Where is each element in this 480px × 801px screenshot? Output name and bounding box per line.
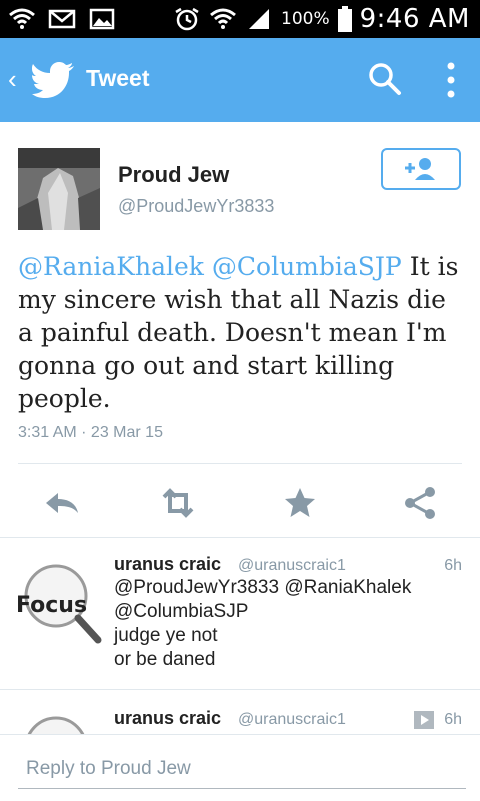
share-icon[interactable] <box>400 485 440 521</box>
wifi-question-icon <box>9 8 35 29</box>
battery-icon <box>337 6 352 32</box>
signal-icon <box>249 9 270 29</box>
avatar-text: Focus <box>16 593 87 618</box>
avatar[interactable] <box>18 148 100 230</box>
reply-line: judge ye not <box>114 625 218 646</box>
reply-bar <box>0 734 480 801</box>
author-name[interactable]: Proud Jew <box>118 162 229 188</box>
list-item[interactable]: uranus craic @uranuscraic1 6h <box>0 690 480 734</box>
reply-line: or be daned <box>114 649 216 670</box>
reply-time: 6h <box>444 557 462 574</box>
reply-author-handle[interactable]: @uranuscraic1 <box>238 557 346 575</box>
reply-author-name-text: uranus craic <box>114 554 222 574</box>
reply-icon[interactable] <box>42 485 82 521</box>
avatar[interactable]: Focus <box>16 558 102 644</box>
tweet-actions <box>0 479 480 529</box>
follow-button[interactable] <box>381 148 461 190</box>
reply-line: @ProudJewYr3833 @RaniaKhalek <box>114 577 412 598</box>
reply-input[interactable] <box>18 749 466 789</box>
app-bar: ‹ Tweet <box>0 38 480 122</box>
twitter-bird-icon[interactable] <box>32 62 76 98</box>
retweet-icon[interactable] <box>158 485 198 521</box>
clock: 9:46 AM <box>359 4 470 34</box>
mention-link[interactable]: @RaniaKhalek <box>18 252 204 281</box>
reply-author-name[interactable]: uranus craic <box>114 708 221 729</box>
reply-text: @ProudJewYr3833 @RaniaKhalek @ColumbiaSJ… <box>114 576 454 672</box>
mention-link[interactable]: @ColumbiaSJP <box>212 252 402 281</box>
reply-author-name-text: uranus craic <box>114 708 222 728</box>
page-title: Tweet <box>86 65 150 91</box>
divider <box>18 463 462 464</box>
reply-author-name[interactable]: uranus craic <box>114 554 221 575</box>
video-icon <box>414 711 434 729</box>
add-user-icon <box>405 158 435 180</box>
wifi-icon <box>210 8 236 29</box>
mail-icon <box>48 9 76 29</box>
tweet-timestamp: 3:31 AM · 23 Mar 15 <box>18 424 163 441</box>
status-bar: 100% 9:46 AM <box>0 0 480 38</box>
image-icon <box>89 8 115 30</box>
tweet-text: @RaniaKhalek @ColumbiaSJP It is my since… <box>18 250 466 415</box>
battery-percent: 100% <box>281 9 330 29</box>
reply-author-handle[interactable]: @uranuscraic1 <box>238 711 346 729</box>
author-handle[interactable]: @ProudJewYr3833 <box>118 196 274 217</box>
back-button[interactable]: ‹ <box>8 66 17 92</box>
avatar[interactable] <box>16 710 102 734</box>
alarm-icon <box>175 7 199 31</box>
reply-time: 6h <box>444 711 462 728</box>
search-icon[interactable] <box>368 62 402 96</box>
favorite-icon[interactable] <box>280 485 320 521</box>
more-vertical-icon[interactable] <box>444 60 458 100</box>
reply-line: @ColumbiaSJP <box>114 601 249 622</box>
divider <box>0 537 480 538</box>
